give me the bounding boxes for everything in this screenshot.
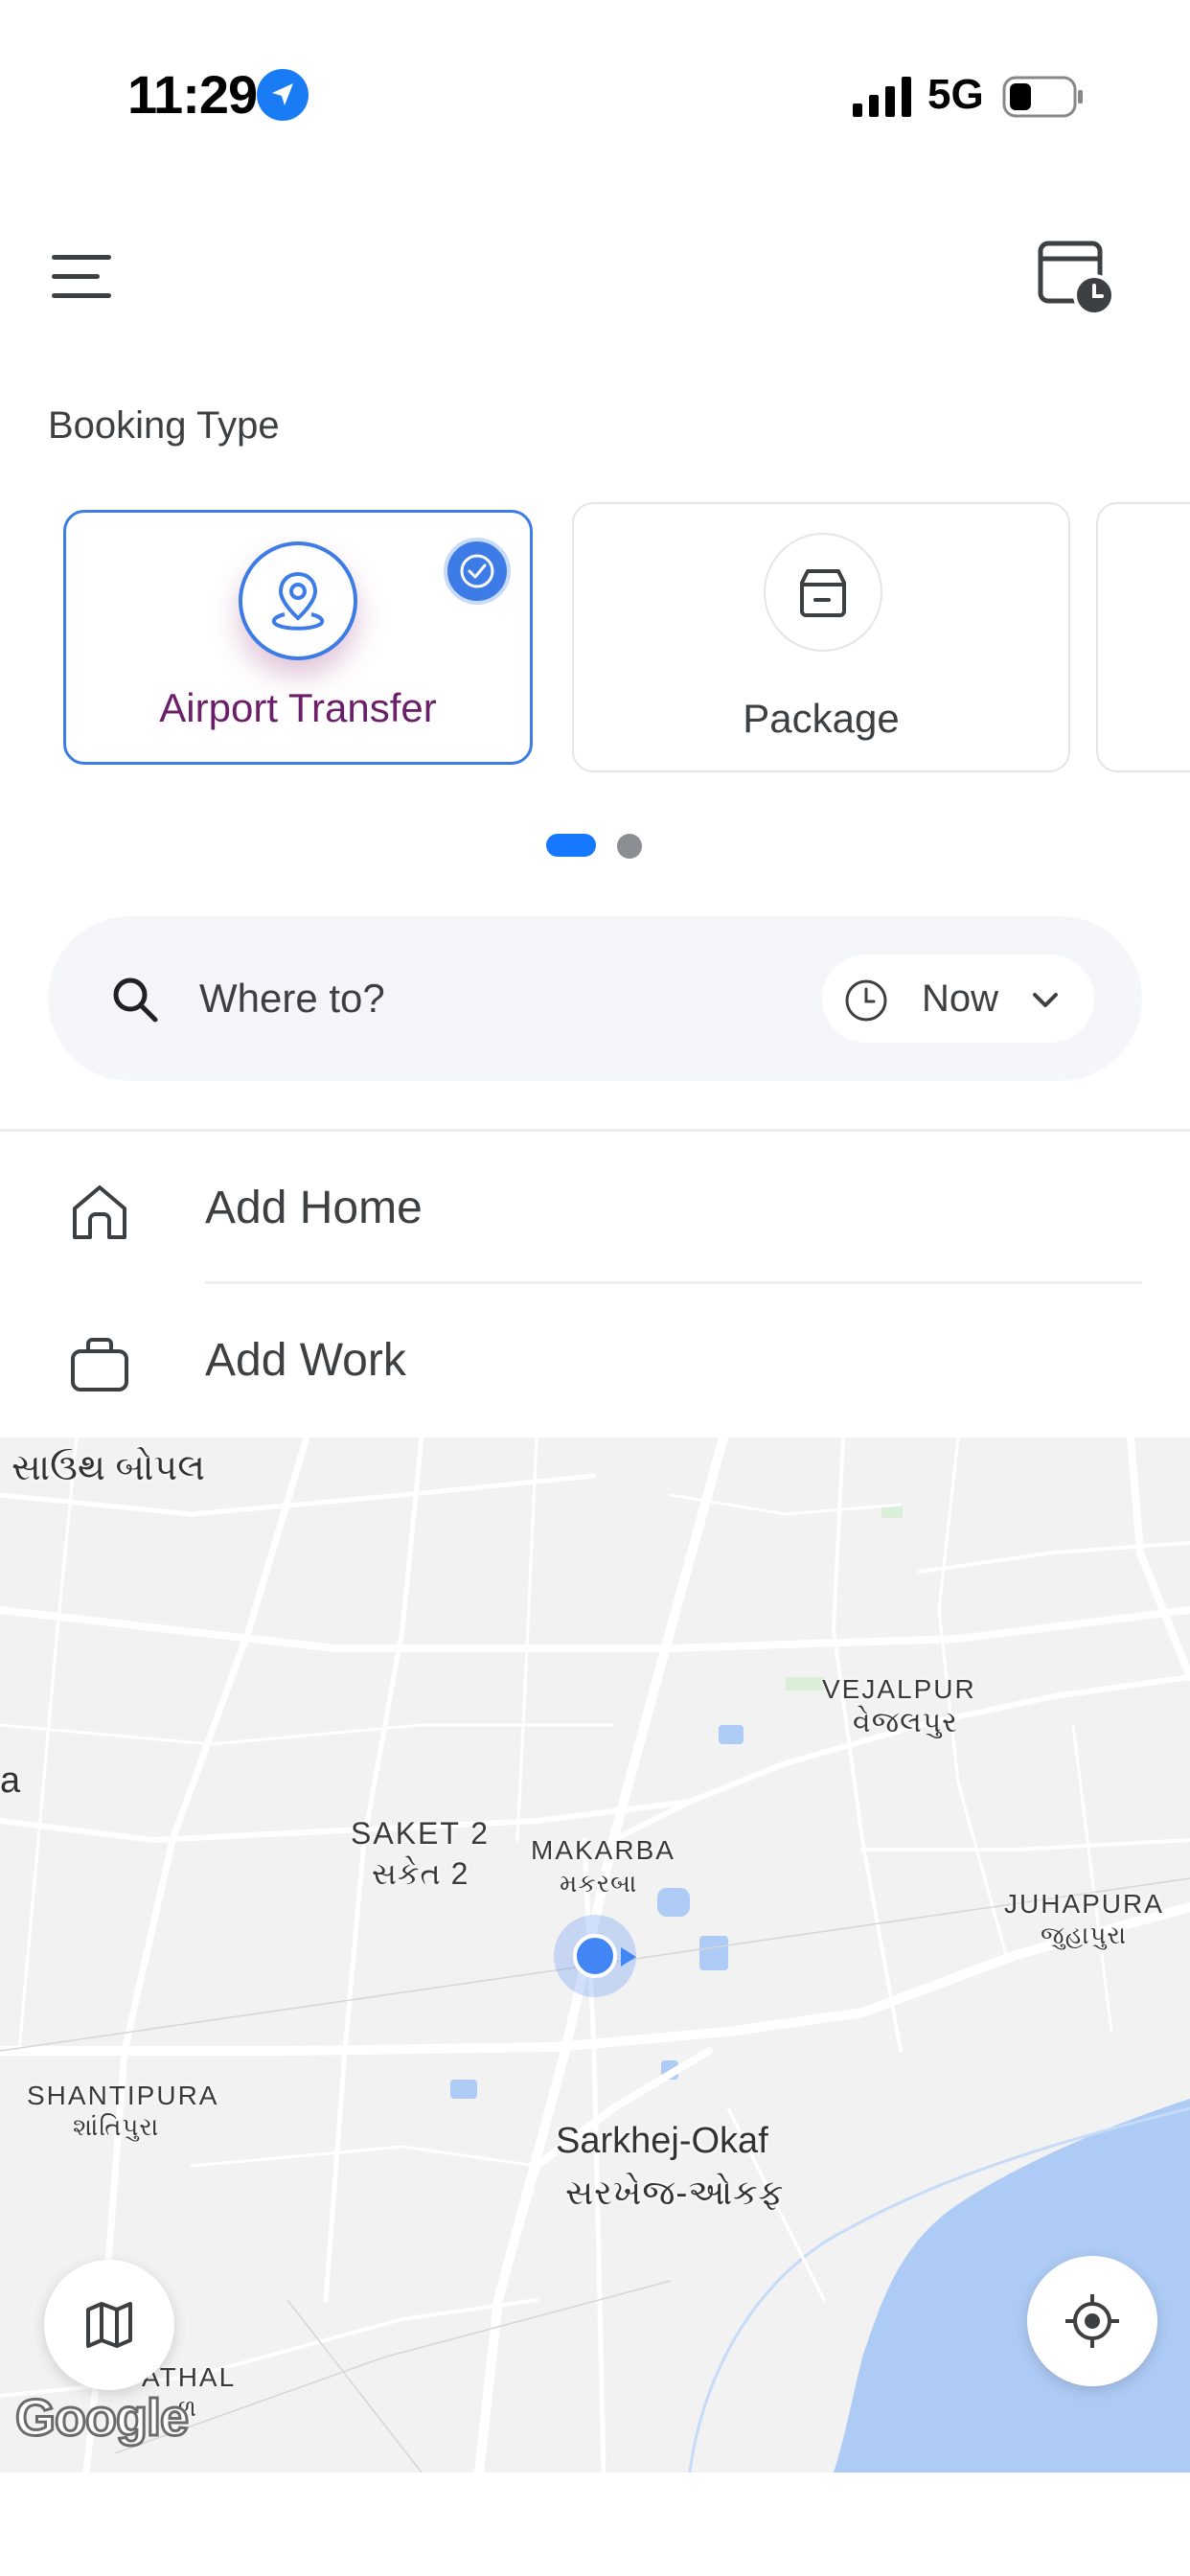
pickup-time-label: Now (922, 978, 999, 1020)
chevron-down-icon (1033, 993, 1058, 1007)
signal-icon (853, 77, 911, 117)
booking-option-package[interactable]: Package (572, 502, 1070, 772)
map-label-edge: a (0, 1760, 21, 1801)
network-label: 5G (927, 71, 984, 118)
package-box-icon (764, 533, 882, 652)
crosshair-locate-icon (1065, 2294, 1119, 2348)
booking-option-label: Package (743, 696, 900, 741)
booking-option-label: Airport Transfer (159, 685, 437, 730)
booking-option-partial[interactable] (1096, 502, 1190, 772)
map-label-vejalpur-native: વેજલપુર (853, 1707, 958, 1738)
map-layers-button[interactable] (44, 2260, 174, 2390)
map-layers-icon (86, 2302, 132, 2348)
map-view[interactable]: સાઉથ બોપલ a VEJALPUR વેજલપુર SAKET 2 સકે… (0, 1438, 1190, 2472)
map-label-sarkhej-native: સરખેજ-ઓકફ (565, 2173, 785, 2212)
calendar-clock-icon[interactable] (1035, 236, 1117, 318)
pager-dot[interactable] (617, 834, 642, 859)
battery-icon (1002, 76, 1083, 118)
booking-option-airport-transfer[interactable]: Airport Transfer (63, 510, 533, 765)
map-label-juhapura: JUHAPURA (1004, 1889, 1164, 1919)
search-bar[interactable]: Now (48, 916, 1142, 1081)
map-label-vejalpur: VEJALPUR (822, 1674, 976, 1704)
map-label-juhapura-native: જુહાપુરા (1041, 1920, 1128, 1949)
map-label-makarba: MAKARBA (531, 1835, 675, 1865)
search-icon (113, 978, 158, 1023)
destination-search-input[interactable] (199, 953, 812, 1045)
recenter-location-button[interactable] (1027, 2256, 1157, 2386)
map-label-south-bopal: સાઉથ બોપલ (11, 1448, 205, 1488)
add-work-label: Add Work (205, 1335, 406, 1386)
briefcase-icon (71, 1338, 128, 1392)
add-home-label: Add Home (205, 1183, 423, 1233)
heading-arrow-icon (621, 1947, 636, 1966)
map-label-saket: SAKET 2 (351, 1816, 491, 1851)
home-icon (73, 1185, 126, 1239)
add-work-button[interactable]: Add Work (0, 1284, 1190, 1438)
hamburger-menu-icon[interactable] (48, 247, 117, 305)
selected-check-icon (444, 538, 511, 605)
location-pin-icon (239, 541, 357, 660)
user-location-dot (573, 1934, 617, 1978)
pickup-time-selector[interactable]: Now (822, 954, 1094, 1043)
google-attribution: Google (14, 2388, 191, 2449)
map-label-sarkhej: Sarkhej-Okaf (556, 2121, 768, 2161)
location-arrow-icon (257, 69, 309, 121)
map-label-shantipura-native: શાંતિપુરા (73, 2112, 160, 2141)
status-bar: 11:29 5G (0, 0, 1190, 192)
map-label-shantipura: SHANTIPURA (27, 2081, 219, 2110)
map-label-makarba-native: મકરબા (560, 1869, 638, 1898)
bottom-area (0, 2472, 1190, 2576)
pager-dot-active[interactable] (546, 834, 596, 857)
status-time: 11:29 (127, 64, 258, 125)
add-home-button[interactable]: Add Home (0, 1132, 1190, 1285)
map-label-saket-native: સકેત 2 (372, 1856, 469, 1891)
clock-icon (845, 979, 887, 1022)
booking-type-label: Booking Type (48, 404, 280, 447)
